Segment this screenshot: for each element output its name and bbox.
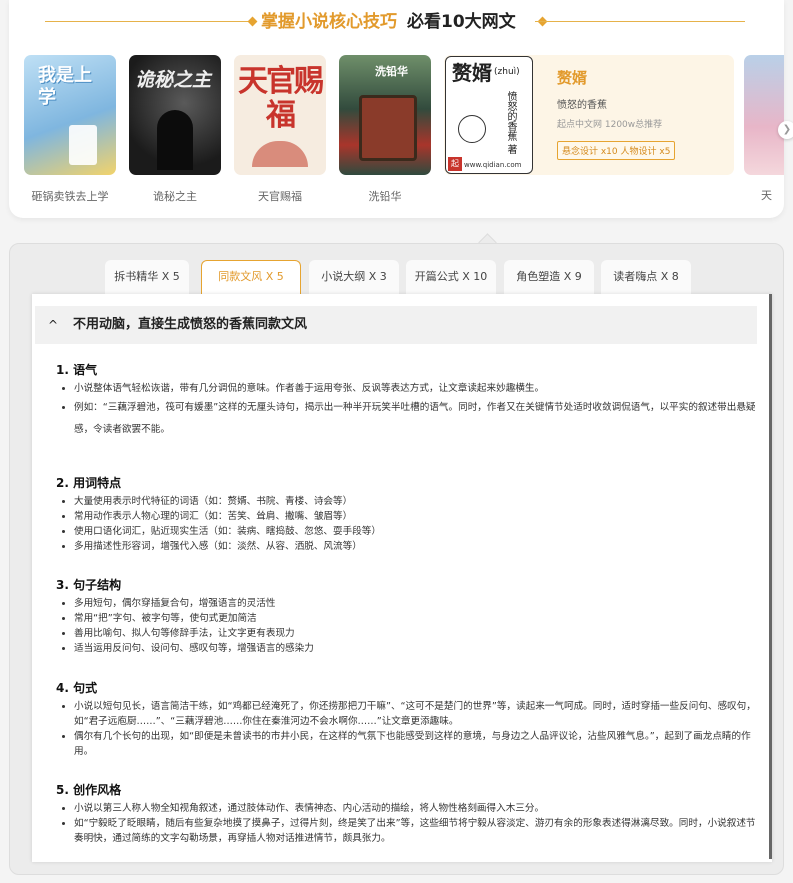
book-card[interactable]: 天官赐福 天官赐福 xyxy=(234,55,326,204)
cover-ornament xyxy=(252,141,308,167)
cover-author: 愤怒的香蕉 著 xyxy=(505,91,516,155)
caret-up-icon[interactable]: ^ xyxy=(48,306,58,344)
featured-book-stats: 起点中文网 1200w总推荐 xyxy=(557,120,663,130)
list-item: 小说整体语气轻松诙谐，带有几分调侃的意味。作者善于运用夸张、反讽等表达方式，让文… xyxy=(74,381,756,396)
section-heading: 4. 句式 xyxy=(56,681,98,695)
section-sentence-pattern: 4. 句式 小说以短句见长，语言简洁干练，如“鸡都已经淹死了，你还捞那把刀干嘛”… xyxy=(56,680,756,759)
header-line-right xyxy=(535,21,745,22)
featured-book-cover[interactable]: 赘婿 (zhuì) 愤怒的香蕉 著 起 www.qidian.com xyxy=(445,56,533,174)
tab-bar: 拆书精华 X 5 同款文风 X 5 小说大纲 X 3 开篇公式 X 10 角色塑… xyxy=(10,260,783,294)
tab-same-style[interactable]: 同款文风 X 5 xyxy=(201,260,301,294)
content-panel: 拆书精华 X 5 同款文风 X 5 小说大纲 X 3 开篇公式 X 10 角色塑… xyxy=(9,243,784,875)
section-sentence-structure: 3. 句子结构 多用短句，偶尔穿插复合句，增强语言的灵活性 常用“把”字句、被字… xyxy=(56,577,756,656)
book-card[interactable]: 洗铅华 洗铅华 xyxy=(339,55,431,204)
book-cover-title: 我是上学 xyxy=(38,65,92,108)
book-title-partial[interactable]: 天 xyxy=(761,187,772,203)
cover-figure xyxy=(157,110,193,170)
list-item: 如“宁毅眨了眨眼睛，随后有些复杂地摸了摸鼻子，过得片刻，终是笑了出来”等，这些细… xyxy=(74,816,756,846)
tab-reader-highlights[interactable]: 读者嗨点 X 8 xyxy=(601,260,691,294)
book-cover-title: 洗铅华 xyxy=(375,65,408,78)
content-area[interactable]: ^ 不用动脑，直接生成愤怒的香蕉同款文风 1. 语气 小说整体语气轻松诙谐，带有… xyxy=(32,294,772,862)
book-card[interactable]: 诡秘之主 诡秘之主 xyxy=(129,55,221,204)
tab-character[interactable]: 角色塑造 X 9 xyxy=(504,260,594,294)
list-item: 常用“把”字句、被字句等，使句式更加简洁 xyxy=(74,611,756,626)
book-title[interactable]: 洗铅华 xyxy=(339,188,431,204)
cover-figure xyxy=(69,125,97,165)
diamond-icon xyxy=(247,16,258,27)
collapse-header[interactable]: ^ 不用动脑，直接生成愤怒的香蕉同款文风 xyxy=(35,306,757,344)
list-item: 善用比喻句、拟人句等修辞手法，让文字更有表现力 xyxy=(74,626,756,641)
section-heading: 2. 用词特点 xyxy=(56,476,122,490)
section-heading: 5. 创作风格 xyxy=(56,783,122,797)
book-title[interactable]: 砸锅卖铁去上学 xyxy=(24,188,116,204)
book-cover-title: 天官赐福 xyxy=(238,64,324,133)
scrollbar[interactable] xyxy=(769,294,772,859)
cover-pinyin: (zhuì) xyxy=(494,67,520,77)
list-item: 小说以短句见长，语言简洁干练，如“鸡都已经淹死了，你还捞那把刀干嘛”、“这可不是… xyxy=(74,699,756,729)
list-item: 多用描述性形容词，增强代入感（如：淡然、从容、洒脱、风流等） xyxy=(74,539,756,554)
list-item: 偶尔有几个长句的出现，如“即便是未曾读书的市井小民，在这样的气氛下也能感受到这样… xyxy=(74,729,756,759)
featured-book-badge: 悬念设计 x10 人物设计 x5 xyxy=(557,141,676,160)
featured-book-author: 愤怒的香蕉 xyxy=(557,100,607,111)
featured-book-title[interactable]: 赘婿 xyxy=(557,67,587,88)
header-title-highlight: 掌握小说核心技巧 xyxy=(261,12,397,32)
chevron-right-icon: ❯ xyxy=(782,124,792,135)
header-title: 掌握小说核心技巧 必看10大网文 xyxy=(261,9,516,35)
section-heading: 1. 语气 xyxy=(56,363,98,377)
section-header: 掌握小说核心技巧 必看10大网文 xyxy=(9,9,784,35)
featured-book-card[interactable]: 赘婿 (zhuì) 愤怒的香蕉 著 起 www.qidian.com 赘婿 愤怒… xyxy=(444,55,734,175)
book-cover[interactable]: 诡秘之主 xyxy=(129,55,221,175)
book-cover[interactable]: 洗铅华 xyxy=(339,55,431,175)
section-style: 5. 创作风格 小说以第三人称人物全知视角叙述，通过肢体动作、表情神态、内心活动… xyxy=(56,782,756,846)
cover-url: www.qidian.com xyxy=(464,161,522,169)
book-cover[interactable]: 天官赐福 xyxy=(234,55,326,175)
list-item: 多用短句，偶尔穿插复合句，增强语言的灵活性 xyxy=(74,596,756,611)
book-card[interactable]: 我是上学 砸锅卖铁去上学 xyxy=(24,55,116,204)
list-item: 常用动作表示人物心理的词汇（如：苦笑、耸肩、撇嘴、皱眉等） xyxy=(74,509,756,524)
list-item: 适当运用反问句、设问句、感叹句等，增强语言的感染力 xyxy=(74,641,756,656)
top-card: 掌握小说核心技巧 必看10大网文 我是上学 砸锅卖铁去上学 诡秘之主 诡秘之主 天… xyxy=(9,0,784,218)
flower-icon xyxy=(458,115,486,143)
header-line-left xyxy=(45,21,253,22)
book-cover-partial[interactable] xyxy=(744,55,784,175)
book-cover[interactable]: 我是上学 xyxy=(24,55,116,175)
book-carousel: 我是上学 砸锅卖铁去上学 诡秘之主 诡秘之主 天官赐福 天官赐福 洗铅华 洗铅华… xyxy=(9,55,784,205)
cover-gate xyxy=(359,95,417,161)
content-title: 不用动脑，直接生成愤怒的香蕉同款文风 xyxy=(73,317,308,332)
list-item: 大量使用表示时代特征的词语（如：赘婿、书院、青楼、诗会等） xyxy=(74,494,756,509)
book-title[interactable]: 诡秘之主 xyxy=(129,188,221,204)
cover-title: 赘婿 xyxy=(452,61,492,85)
book-cover-title: 诡秘之主 xyxy=(135,69,212,91)
carousel-next-button[interactable]: ❯ xyxy=(778,121,793,139)
book-title[interactable]: 天官赐福 xyxy=(234,188,326,204)
tab-opening-formula[interactable]: 开篇公式 X 10 xyxy=(406,260,496,294)
section-wording: 2. 用词特点 大量使用表示时代特征的词语（如：赘婿、书院、青楼、诗会等） 常用… xyxy=(56,475,756,554)
section-tone: 1. 语气 小说整体语气轻松诙谐，带有几分调侃的意味。作者善于运用夸张、反讽等表… xyxy=(56,362,756,441)
tab-outline[interactable]: 小说大纲 X 3 xyxy=(309,260,399,294)
tab-book-essence[interactable]: 拆书精华 X 5 xyxy=(105,260,189,294)
list-item: 小说以第三人称人物全知视角叙述，通过肢体动作、表情神态、内心活动的描绘，将人物性… xyxy=(74,801,756,816)
section-heading: 3. 句子结构 xyxy=(56,578,122,592)
list-item: 使用口语化词汇，贴近现实生活（如：装病、瞎捣鼓、忽悠、耍手段等） xyxy=(74,524,756,539)
list-item: 例如：“三藕浮碧池，筏可有媛墨”这样的无厘头诗句，揭示出一种半开玩笑半吐槽的语气… xyxy=(74,397,756,441)
header-title-rest: 必看10大网文 xyxy=(407,12,516,32)
